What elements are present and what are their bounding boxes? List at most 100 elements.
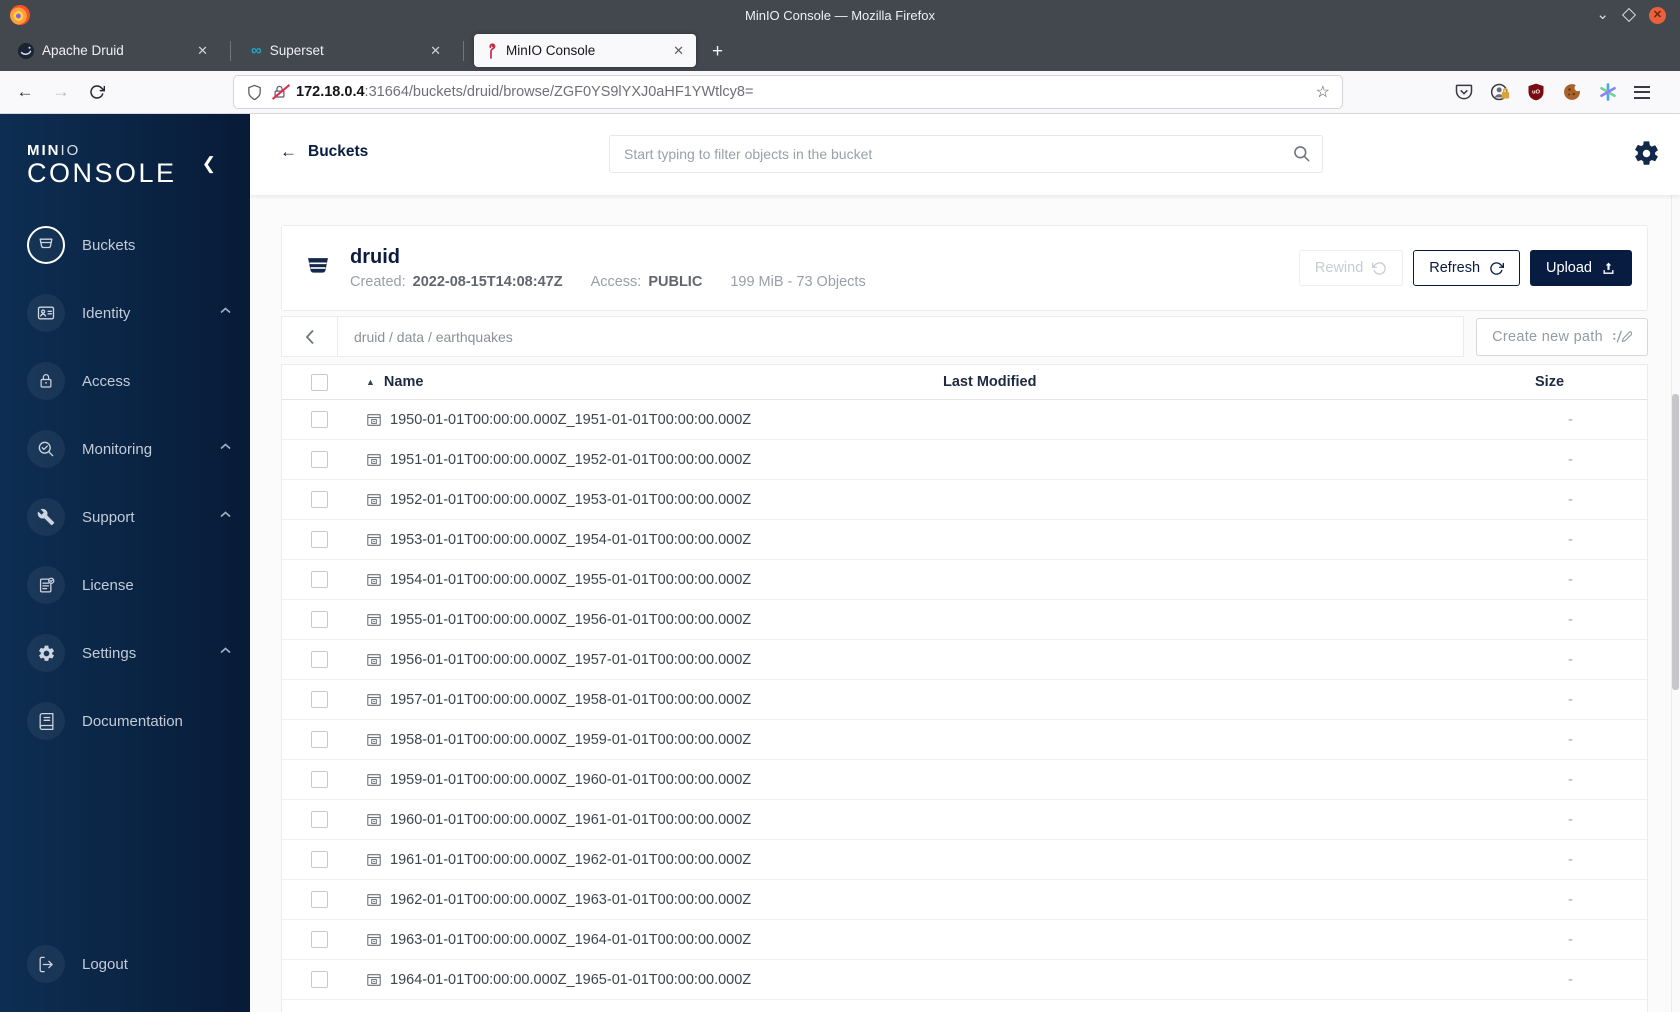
- object-name[interactable]: 1951-01-01T00:00:00.000Z_1952-01-01T00:0…: [390, 452, 751, 468]
- rewind-button[interactable]: Rewind: [1298, 250, 1404, 286]
- table-row[interactable]: 1960-01-01T00:00:00.000Z_1961-01-01T00:0…: [282, 800, 1647, 840]
- extension-asterisk-icon[interactable]: [1598, 82, 1618, 102]
- object-file-icon: [367, 613, 381, 626]
- sidebar-item-documentation[interactable]: Documentation: [0, 687, 250, 755]
- table-row[interactable]: 1956-01-01T00:00:00.000Z_1957-01-01T00:0…: [282, 640, 1647, 680]
- table-row[interactable]: 1951-01-01T00:00:00.000Z_1952-01-01T00:0…: [282, 440, 1647, 480]
- filter-objects-input[interactable]: [609, 135, 1323, 173]
- sidebar-collapse-icon[interactable]: ❮: [202, 154, 216, 174]
- row-checkbox[interactable]: [311, 411, 328, 428]
- object-name[interactable]: 1962-01-01T00:00:00.000Z_1963-01-01T00:0…: [390, 892, 751, 908]
- back-to-buckets-link[interactable]: ← Buckets: [280, 142, 368, 162]
- reload-button[interactable]: [82, 77, 112, 107]
- ublock-origin-icon[interactable]: uO: [1526, 82, 1546, 102]
- table-row[interactable]: 1961-01-01T00:00:00.000Z_1962-01-01T00:0…: [282, 840, 1647, 880]
- object-name[interactable]: 1963-01-01T00:00:00.000Z_1964-01-01T00:0…: [390, 932, 751, 948]
- object-name[interactable]: 1952-01-01T00:00:00.000Z_1953-01-01T00:0…: [390, 492, 751, 508]
- object-name[interactable]: 1959-01-01T00:00:00.000Z_1960-01-01T00:0…: [390, 772, 751, 788]
- breadcrumb-path[interactable]: druid / data / earthquakes: [354, 329, 513, 345]
- table-row[interactable]: 1955-01-01T00:00:00.000Z_1956-01-01T00:0…: [282, 600, 1647, 640]
- object-name[interactable]: 1958-01-01T00:00:00.000Z_1959-01-01T00:0…: [390, 732, 751, 748]
- window-maximize-icon[interactable]: [1621, 7, 1637, 23]
- row-checkbox[interactable]: [311, 971, 328, 988]
- window-close-icon[interactable]: ✕: [1649, 6, 1666, 24]
- cookie-extension-icon[interactable]: [1562, 82, 1582, 102]
- create-new-path-button[interactable]: Create new path: [1476, 317, 1648, 356]
- object-name[interactable]: 1961-01-01T00:00:00.000Z_1962-01-01T00:0…: [390, 852, 751, 868]
- tab-apache-druid[interactable]: Apache Druid ✕: [8, 34, 220, 67]
- sidebar-item-identity[interactable]: Identity: [0, 279, 250, 347]
- table-row[interactable]: 1950-01-01T00:00:00.000Z_1951-01-01T00:0…: [282, 400, 1647, 440]
- refresh-button[interactable]: Refresh: [1413, 250, 1521, 286]
- row-checkbox[interactable]: [311, 691, 328, 708]
- object-name[interactable]: 1956-01-01T00:00:00.000Z_1957-01-01T00:0…: [390, 652, 751, 668]
- tab-minio-console[interactable]: MinIO Console ✕: [474, 34, 696, 67]
- insecure-lock-icon[interactable]: [272, 84, 287, 100]
- row-checkbox[interactable]: [311, 731, 328, 748]
- chevron-up-icon[interactable]: [220, 647, 231, 654]
- row-checkbox[interactable]: [311, 771, 328, 788]
- object-name[interactable]: 1950-01-01T00:00:00.000Z_1951-01-01T00:0…: [390, 412, 751, 428]
- buckets-icon: [27, 226, 65, 265]
- bookmark-star-icon[interactable]: ☆: [1316, 82, 1330, 102]
- table-row[interactable]: 1958-01-01T00:00:00.000Z_1959-01-01T00:0…: [282, 720, 1647, 760]
- table-row[interactable]: 1952-01-01T00:00:00.000Z_1953-01-01T00:0…: [282, 480, 1647, 520]
- sidebar-item-license[interactable]: License: [0, 551, 250, 619]
- new-tab-button[interactable]: +: [712, 42, 723, 61]
- chevron-up-icon[interactable]: [220, 307, 231, 314]
- name-column-header[interactable]: Name: [384, 374, 424, 390]
- row-checkbox[interactable]: [311, 611, 328, 628]
- chevron-up-icon[interactable]: [220, 443, 231, 450]
- table-row[interactable]: 1962-01-01T00:00:00.000Z_1963-01-01T00:0…: [282, 880, 1647, 920]
- forward-button[interactable]: →: [46, 77, 76, 107]
- page-scrollbar-thumb[interactable]: [1672, 394, 1679, 690]
- url-text[interactable]: 172.18.0.4:31664/buckets/druid/browse/ZG…: [296, 84, 753, 100]
- tab-close-icon[interactable]: ✕: [195, 43, 210, 59]
- sidebar-item-support[interactable]: Support: [0, 483, 250, 551]
- table-row[interactable]: 1963-01-01T00:00:00.000Z_1964-01-01T00:0…: [282, 920, 1647, 960]
- size-column-header[interactable]: Size: [1487, 374, 1647, 390]
- table-row[interactable]: 1959-01-01T00:00:00.000Z_1960-01-01T00:0…: [282, 760, 1647, 800]
- row-checkbox[interactable]: [311, 891, 328, 908]
- table-row[interactable]: 1954-01-01T00:00:00.000Z_1955-01-01T00:0…: [282, 560, 1647, 600]
- tab-close-icon[interactable]: ✕: [428, 43, 443, 59]
- tracking-shield-icon[interactable]: [246, 84, 263, 101]
- row-checkbox[interactable]: [311, 851, 328, 868]
- table-row[interactable]: 1953-01-01T00:00:00.000Z_1954-01-01T00:0…: [282, 520, 1647, 560]
- chevron-up-icon[interactable]: [220, 511, 231, 518]
- last-modified-column-header[interactable]: Last Modified: [927, 374, 1487, 390]
- settings-gear-icon[interactable]: [1632, 139, 1661, 168]
- pocket-icon[interactable]: [1454, 82, 1474, 102]
- row-checkbox[interactable]: [311, 451, 328, 468]
- object-name[interactable]: 1957-01-01T00:00:00.000Z_1958-01-01T00:0…: [390, 692, 751, 708]
- tab-close-icon[interactable]: ✕: [671, 43, 686, 59]
- select-all-checkbox[interactable]: [311, 373, 328, 391]
- sidebar-item-settings[interactable]: Settings: [0, 619, 250, 687]
- object-name[interactable]: 1953-01-01T00:00:00.000Z_1954-01-01T00:0…: [390, 532, 751, 548]
- back-button[interactable]: ←: [10, 77, 40, 107]
- row-checkbox[interactable]: [311, 571, 328, 588]
- row-checkbox[interactable]: [311, 531, 328, 548]
- tab-superset[interactable]: ∞ Superset ✕: [241, 34, 453, 67]
- sidebar-item-logout[interactable]: Logout: [0, 930, 250, 998]
- row-checkbox[interactable]: [311, 651, 328, 668]
- table-row[interactable]: 1957-01-01T00:00:00.000Z_1958-01-01T00:0…: [282, 680, 1647, 720]
- row-checkbox[interactable]: [311, 491, 328, 508]
- object-name[interactable]: 1954-01-01T00:00:00.000Z_1955-01-01T00:0…: [390, 572, 751, 588]
- object-name[interactable]: 1960-01-01T00:00:00.000Z_1961-01-01T00:0…: [390, 812, 751, 828]
- sidebar-item-buckets[interactable]: Buckets: [0, 211, 250, 279]
- sidebar-item-access[interactable]: Access: [0, 347, 250, 415]
- row-checkbox[interactable]: [311, 811, 328, 828]
- url-bar[interactable]: 172.18.0.4:31664/buckets/druid/browse/ZG…: [234, 76, 1342, 108]
- window-minimize-icon[interactable]: ⌄: [1596, 7, 1609, 22]
- sidebar-item-monitoring[interactable]: Monitoring: [0, 415, 250, 483]
- row-checkbox[interactable]: [311, 931, 328, 948]
- object-name[interactable]: 1955-01-01T00:00:00.000Z_1956-01-01T00:0…: [390, 612, 751, 628]
- sort-asc-icon[interactable]: ▲: [366, 377, 375, 387]
- table-row[interactable]: 1964-01-01T00:00:00.000Z_1965-01-01T00:0…: [282, 960, 1647, 1000]
- breadcrumb-back-button[interactable]: [282, 317, 338, 356]
- object-name[interactable]: 1964-01-01T00:00:00.000Z_1965-01-01T00:0…: [390, 972, 751, 988]
- upload-button[interactable]: Upload: [1530, 250, 1632, 286]
- menu-hamburger-icon[interactable]: [1634, 85, 1650, 99]
- account-icon[interactable]: [1490, 82, 1510, 102]
